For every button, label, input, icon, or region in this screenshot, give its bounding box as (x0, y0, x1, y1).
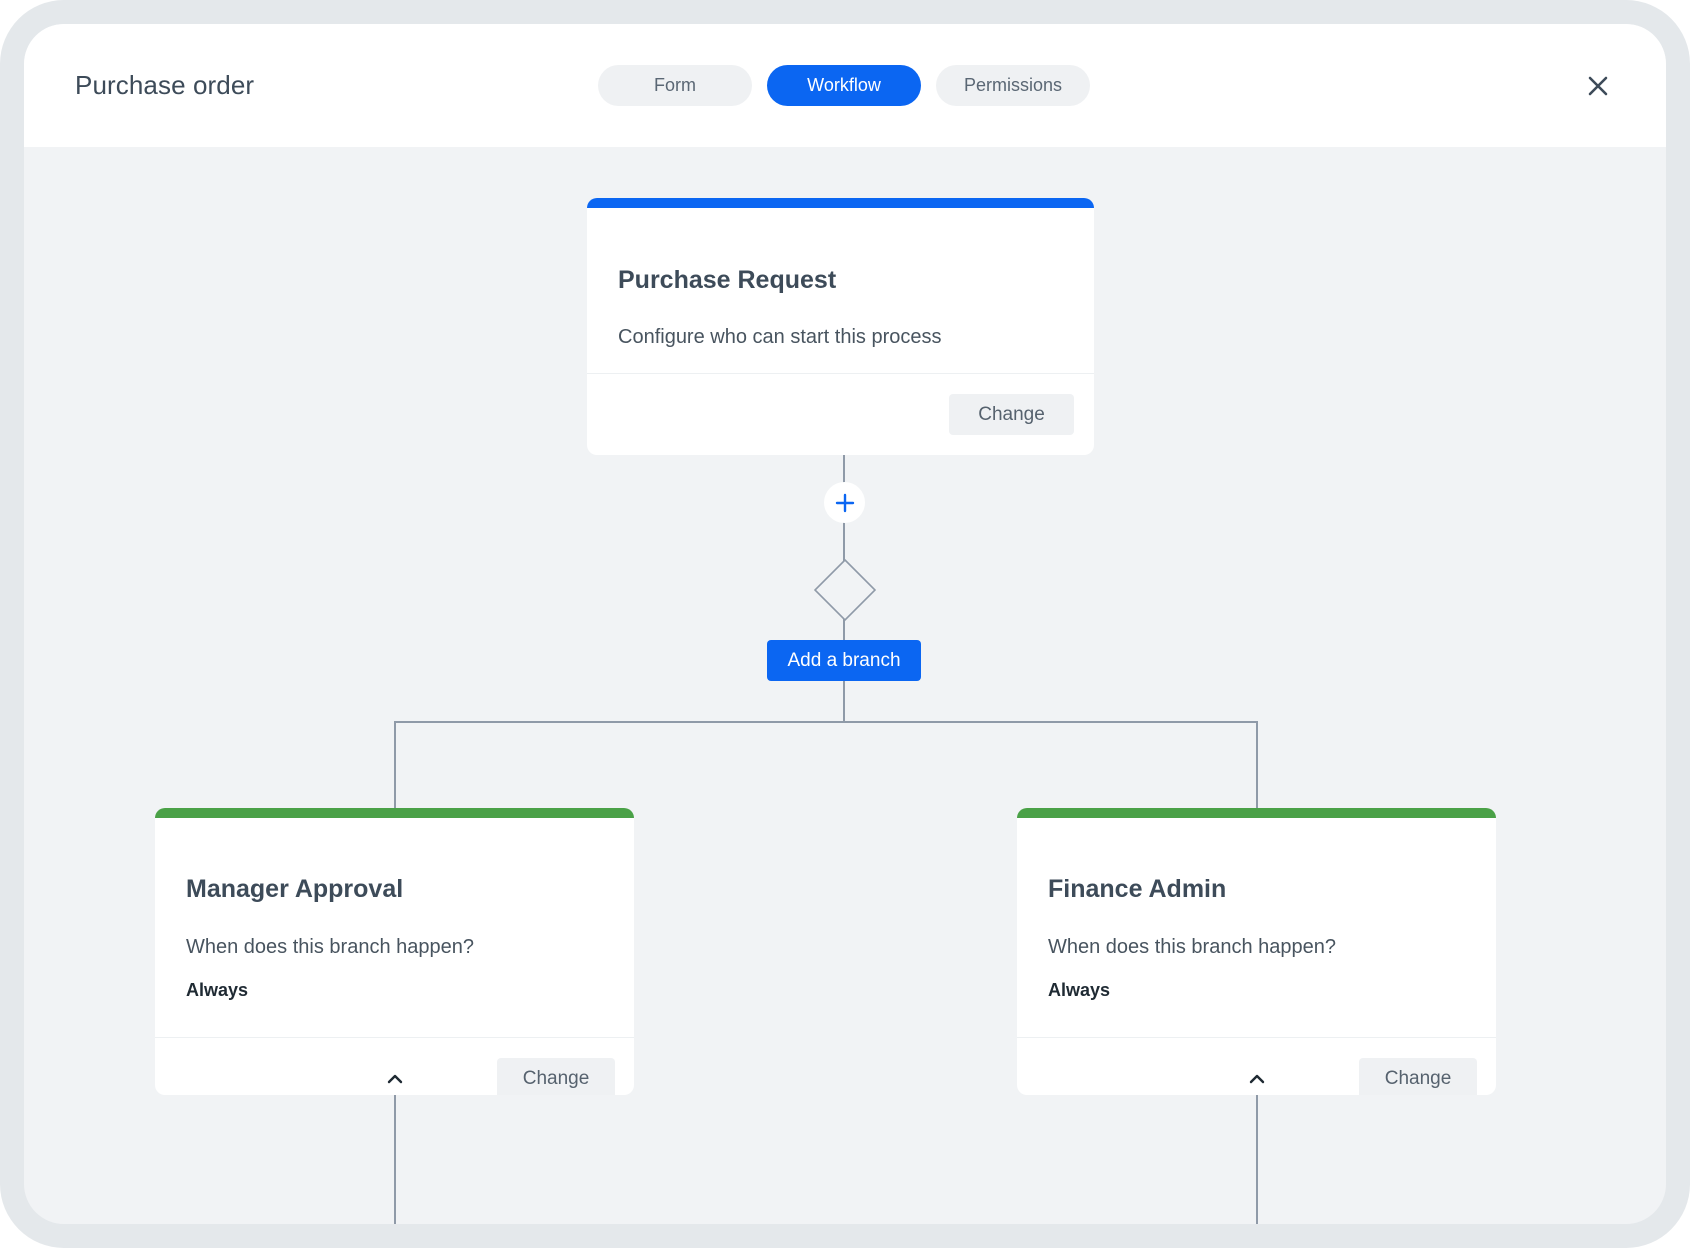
close-icon (1588, 76, 1608, 96)
tab-bar: Form Workflow Permissions (598, 65, 1090, 106)
tab-form[interactable]: Form (598, 65, 752, 106)
branch-question: When does this branch happen? (1048, 936, 1336, 958)
tab-permissions[interactable]: Permissions (936, 65, 1090, 106)
connector-start-to-plus (843, 455, 845, 485)
header: Purchase order Form Workflow Permissions (24, 24, 1666, 147)
card-description: Configure who can start this process (618, 326, 942, 348)
connector-right-branch-out (1256, 1094, 1258, 1224)
diamond-icon (814, 559, 876, 621)
chevron-up-icon[interactable] (386, 1072, 404, 1084)
plus-icon (835, 493, 854, 512)
tab-workflow[interactable]: Workflow (767, 65, 921, 106)
branch-condition: Always (186, 980, 249, 1000)
connector-split-left (394, 721, 396, 811)
card-divider (587, 373, 1094, 374)
device-frame: Purchase order Form Workflow Permissions (0, 0, 1690, 1248)
branch-card-finance-admin: Finance Admin When does this branch happ… (1017, 808, 1496, 1095)
add-step-button[interactable] (824, 482, 865, 523)
branch-condition: Always (1048, 980, 1111, 1000)
branch-question: When does this branch happen? (186, 936, 474, 958)
card-accent-bar (155, 808, 634, 818)
card-title: Purchase Request (618, 266, 837, 294)
change-button[interactable]: Change (1359, 1058, 1477, 1095)
connector-split-horizontal (394, 721, 1258, 723)
card-title: Finance Admin (1048, 875, 1227, 903)
connector-gateway-to-button (843, 619, 845, 641)
add-branch-button[interactable]: Add a branch (767, 640, 921, 681)
connector-button-to-split (843, 680, 845, 722)
connector-plus-to-gateway (843, 521, 845, 561)
card-divider (155, 1037, 634, 1038)
change-button[interactable]: Change (949, 394, 1074, 435)
change-button[interactable]: Change (497, 1058, 615, 1095)
chevron-up-icon[interactable] (1248, 1072, 1266, 1084)
workflow-editor-panel: Purchase order Form Workflow Permissions (24, 24, 1666, 1224)
connector-left-branch-out (394, 1094, 396, 1224)
close-button[interactable] (1586, 74, 1610, 98)
page-title: Purchase order (75, 70, 255, 100)
card-accent-bar (587, 198, 1094, 208)
branch-card-manager-approval: Manager Approval When does this branch h… (155, 808, 634, 1095)
start-step-card: Purchase Request Configure who can start… (587, 198, 1094, 455)
card-title: Manager Approval (186, 875, 404, 903)
card-accent-bar (1017, 808, 1496, 818)
card-divider (1017, 1037, 1496, 1038)
connector-split-right (1256, 721, 1258, 811)
